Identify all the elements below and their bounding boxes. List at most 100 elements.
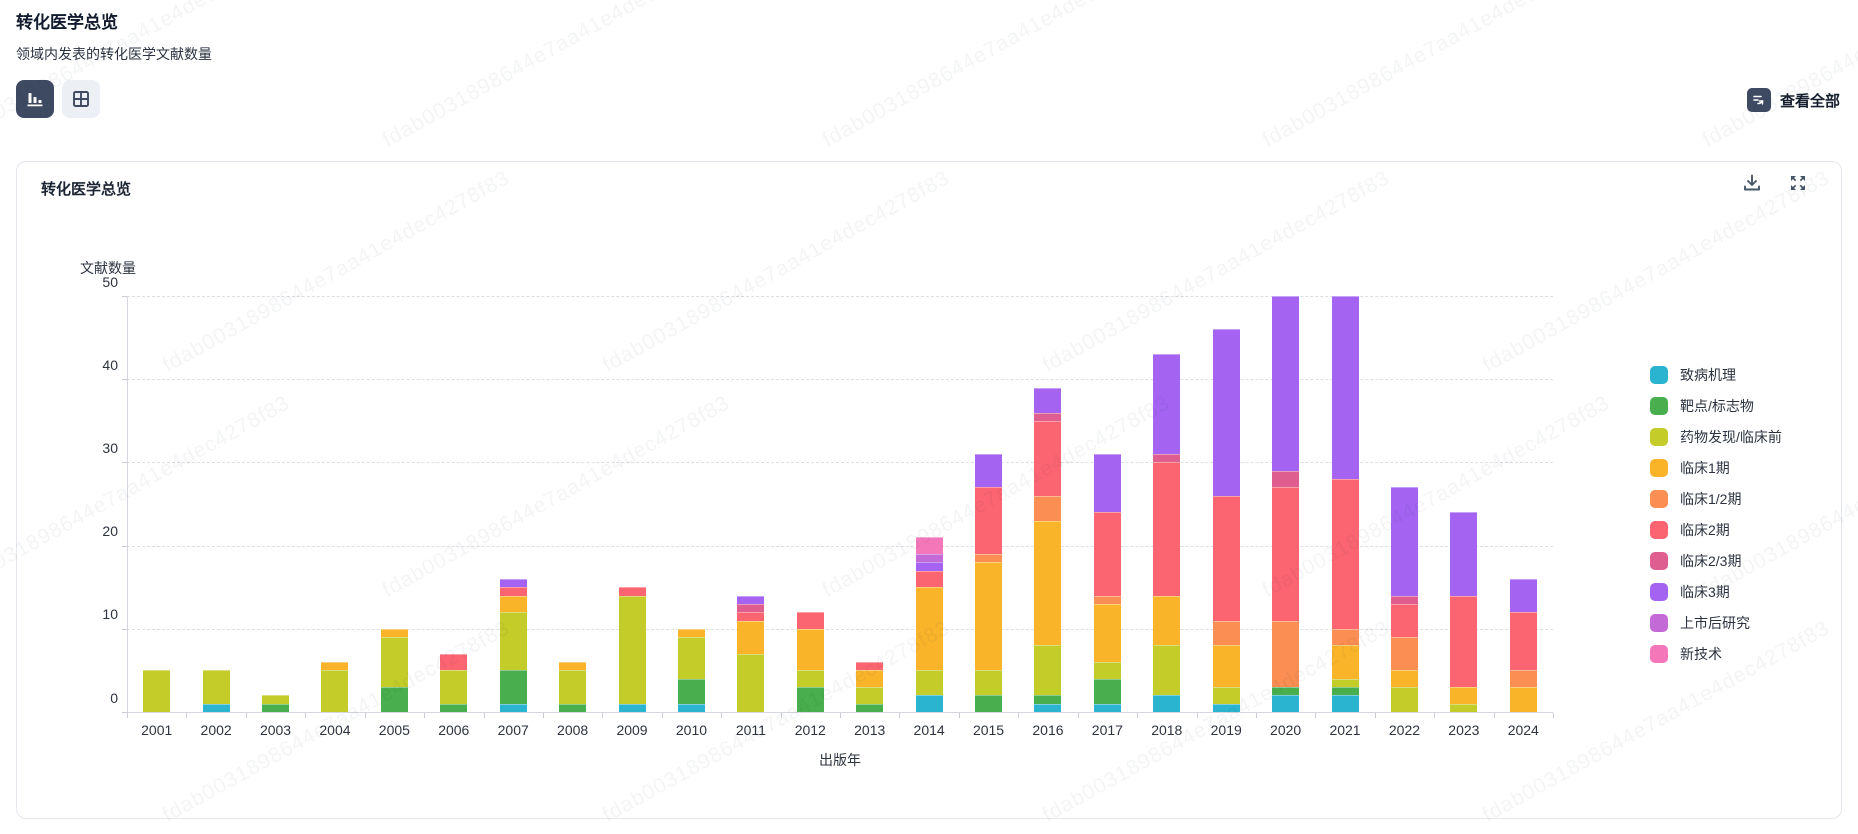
bar-2012[interactable] (797, 296, 824, 712)
segment-2006-药物发现/临床前[interactable] (440, 670, 467, 703)
segment-2019-临床1/2期[interactable] (1213, 621, 1240, 646)
legend-item-上市后研究[interactable]: 上市后研究 (1650, 614, 1782, 632)
segment-2014-上市后研究[interactable] (916, 554, 943, 562)
segment-2011-药物发现/临床前[interactable] (737, 654, 764, 712)
segment-2021-临床3期[interactable] (1332, 296, 1359, 479)
segment-2005-临床1期[interactable] (381, 629, 408, 637)
segment-2013-临床1期[interactable] (856, 670, 883, 687)
bar-2019[interactable] (1213, 296, 1240, 712)
segment-2006-临床2期[interactable] (440, 654, 467, 671)
segment-2020-致病机理[interactable] (1272, 695, 1299, 712)
segment-2004-临床1期[interactable] (321, 662, 348, 670)
segment-2017-临床3期[interactable] (1094, 454, 1121, 512)
segment-2018-临床2/3期[interactable] (1153, 454, 1180, 462)
segment-2020-临床3期[interactable] (1272, 296, 1299, 471)
segment-2009-临床2期[interactable] (619, 587, 646, 595)
segment-2012-药物发现/临床前[interactable] (797, 670, 824, 687)
chart-view-toggle[interactable] (16, 80, 54, 118)
bar-2020[interactable] (1272, 296, 1299, 712)
segment-2021-致病机理[interactable] (1332, 695, 1359, 712)
segment-2014-药物发现/临床前[interactable] (916, 670, 943, 695)
bar-2011[interactable] (737, 296, 764, 712)
segment-2018-药物发现/临床前[interactable] (1153, 645, 1180, 695)
segment-2016-药物发现/临床前[interactable] (1034, 645, 1061, 695)
segment-2017-临床1/2期[interactable] (1094, 596, 1121, 604)
segment-2019-临床1期[interactable] (1213, 645, 1240, 687)
bar-2018[interactable] (1153, 296, 1180, 712)
segment-2007-靶点/标志物[interactable] (500, 670, 527, 703)
legend-item-临床2/3期[interactable]: 临床2/3期 (1650, 552, 1782, 570)
segment-2010-临床1期[interactable] (678, 629, 705, 637)
legend-item-药物发现/临床前[interactable]: 药物发现/临床前 (1650, 428, 1782, 446)
segment-2014-致病机理[interactable] (916, 695, 943, 712)
segment-2020-靶点/标志物[interactable] (1272, 687, 1299, 695)
segment-2015-临床1期[interactable] (975, 562, 1002, 670)
segment-2017-致病机理[interactable] (1094, 704, 1121, 712)
bar-2021[interactable] (1332, 296, 1359, 712)
segment-2014-临床3期[interactable] (916, 562, 943, 570)
segment-2013-药物发现/临床前[interactable] (856, 687, 883, 704)
segment-2010-靶点/标志物[interactable] (678, 679, 705, 704)
segment-2017-临床2期[interactable] (1094, 512, 1121, 595)
segment-2011-临床2/3期[interactable] (737, 604, 764, 612)
segment-2023-药物发现/临床前[interactable] (1450, 704, 1477, 712)
segment-2007-临床1期[interactable] (500, 596, 527, 613)
segment-2022-临床3期[interactable] (1391, 487, 1418, 595)
segment-2018-临床1期[interactable] (1153, 596, 1180, 646)
segment-2017-药物发现/临床前[interactable] (1094, 662, 1121, 679)
segment-2022-临床1期[interactable] (1391, 670, 1418, 687)
segment-2007-药物发现/临床前[interactable] (500, 612, 527, 670)
bar-2009[interactable] (619, 296, 646, 712)
legend-item-靶点/标志物[interactable]: 靶点/标志物 (1650, 397, 1782, 415)
segment-2014-临床2期[interactable] (916, 571, 943, 588)
segment-2008-靶点/标志物[interactable] (559, 704, 586, 712)
bar-2008[interactable] (559, 296, 586, 712)
legend-item-临床1/2期[interactable]: 临床1/2期 (1650, 490, 1782, 508)
segment-2010-致病机理[interactable] (678, 704, 705, 712)
segment-2007-临床2期[interactable] (500, 587, 527, 595)
bar-2003[interactable] (262, 296, 289, 712)
segment-2019-药物发现/临床前[interactable] (1213, 687, 1240, 704)
segment-2019-临床2期[interactable] (1213, 496, 1240, 621)
segment-2005-靶点/标志物[interactable] (381, 687, 408, 712)
segment-2018-临床3期[interactable] (1153, 354, 1180, 454)
segment-2011-临床1期[interactable] (737, 621, 764, 654)
segment-2012-靶点/标志物[interactable] (797, 687, 824, 712)
bar-2015[interactable] (975, 296, 1002, 712)
segment-2013-靶点/标志物[interactable] (856, 704, 883, 712)
bar-2016[interactable] (1034, 296, 1061, 712)
segment-2024-临床1期[interactable] (1510, 687, 1537, 712)
segment-2008-临床1期[interactable] (559, 662, 586, 670)
segment-2022-临床2/3期[interactable] (1391, 596, 1418, 604)
bar-2013[interactable] (856, 296, 883, 712)
segment-2021-药物发现/临床前[interactable] (1332, 679, 1359, 687)
segment-2017-靶点/标志物[interactable] (1094, 679, 1121, 704)
segment-2003-靶点/标志物[interactable] (262, 704, 289, 712)
legend-item-临床2期[interactable]: 临床2期 (1650, 521, 1782, 539)
bar-2006[interactable] (440, 296, 467, 712)
segment-2019-临床3期[interactable] (1213, 329, 1240, 495)
segment-2024-临床1/2期[interactable] (1510, 670, 1537, 687)
segment-2018-临床2期[interactable] (1153, 462, 1180, 595)
bar-2023[interactable] (1450, 296, 1477, 712)
legend-item-临床3期[interactable]: 临床3期 (1650, 583, 1782, 601)
table-view-toggle[interactable] (62, 80, 100, 118)
legend-item-致病机理[interactable]: 致病机理 (1650, 366, 1782, 384)
segment-2020-临床2期[interactable] (1272, 487, 1299, 620)
segment-2015-临床1/2期[interactable] (975, 554, 1002, 562)
bar-2014[interactable] (916, 296, 943, 712)
segment-2012-临床2期[interactable] (797, 612, 824, 629)
segment-2022-临床1/2期[interactable] (1391, 637, 1418, 670)
bar-2001[interactable] (143, 296, 170, 712)
bar-2005[interactable] (381, 296, 408, 712)
bar-2010[interactable] (678, 296, 705, 712)
segment-2007-临床3期[interactable] (500, 579, 527, 587)
segment-2022-临床2期[interactable] (1391, 604, 1418, 637)
segment-2023-临床3期[interactable] (1450, 512, 1477, 595)
segment-2013-临床2期[interactable] (856, 662, 883, 670)
segment-2016-临床2期[interactable] (1034, 421, 1061, 496)
segment-2010-药物发现/临床前[interactable] (678, 637, 705, 679)
segment-2021-临床2期[interactable] (1332, 479, 1359, 629)
segment-2005-药物发现/临床前[interactable] (381, 637, 408, 687)
segment-2014-新技术[interactable] (916, 537, 943, 554)
